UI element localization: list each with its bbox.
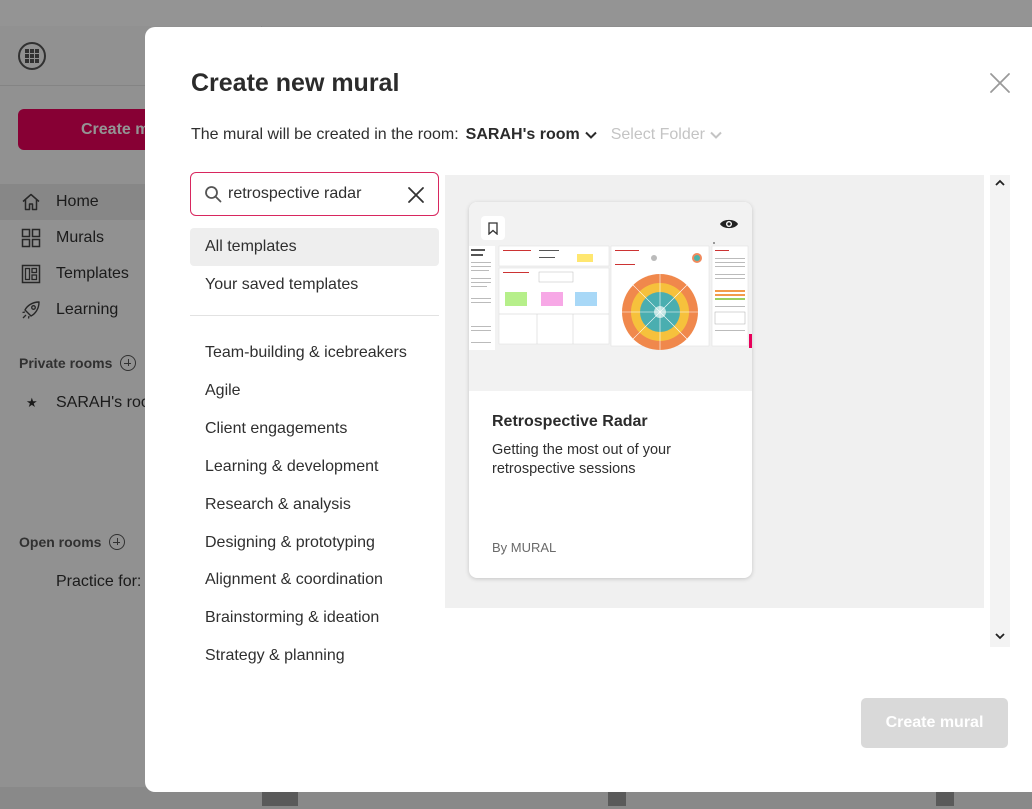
bookmark-button[interactable] bbox=[481, 216, 505, 240]
template-search-box[interactable] bbox=[190, 172, 439, 216]
room-selector-line: The mural will be created in the room: S… bbox=[191, 126, 722, 144]
category-client-engagements[interactable]: Client engagements bbox=[205, 420, 347, 438]
chevron-down-icon bbox=[585, 131, 597, 139]
template-card-author: By MURAL bbox=[492, 540, 557, 555]
scroll-down-icon[interactable] bbox=[994, 630, 1006, 642]
folder-dropdown[interactable]: Select Folder bbox=[611, 126, 722, 144]
category-alignment-coordination[interactable]: Alignment & coordination bbox=[205, 571, 383, 589]
room-dropdown[interactable]: SARAH's room bbox=[466, 126, 597, 144]
template-preview-image bbox=[469, 242, 752, 350]
create-mural-button[interactable]: Create mural bbox=[861, 698, 1008, 748]
template-results: Retrospective Radar Getting the most out… bbox=[445, 175, 984, 608]
category-team-building[interactable]: Team-building & icebreakers bbox=[205, 344, 407, 362]
filter-saved-templates[interactable]: Your saved templates bbox=[190, 266, 439, 304]
category-strategy-planning[interactable]: Strategy & planning bbox=[205, 647, 345, 665]
room-prefix-text: The mural will be created in the room: bbox=[191, 126, 459, 143]
template-thumbnail[interactable] bbox=[469, 202, 752, 391]
chevron-down-icon bbox=[710, 131, 722, 139]
create-mural-modal: Create new mural The mural will be creat… bbox=[145, 27, 1032, 792]
category-brainstorming-ideation[interactable]: Brainstorming & ideation bbox=[205, 609, 379, 627]
category-research-analysis[interactable]: Research & analysis bbox=[205, 496, 351, 514]
modal-title: Create new mural bbox=[191, 69, 400, 97]
template-search-input[interactable] bbox=[228, 183, 398, 205]
results-scrollbar[interactable] bbox=[990, 175, 1010, 647]
template-card[interactable]: Retrospective Radar Getting the most out… bbox=[469, 202, 752, 578]
category-divider bbox=[190, 315, 439, 316]
clear-search-icon[interactable] bbox=[407, 186, 425, 204]
preview-eye-icon[interactable] bbox=[719, 217, 739, 231]
filter-all-templates[interactable]: All templates bbox=[190, 228, 439, 266]
category-designing-prototyping[interactable]: Designing & prototyping bbox=[205, 534, 375, 552]
search-icon bbox=[205, 186, 222, 203]
category-learning-development[interactable]: Learning & development bbox=[205, 458, 378, 476]
close-icon[interactable] bbox=[989, 72, 1011, 94]
category-agile[interactable]: Agile bbox=[205, 382, 241, 400]
template-card-description: Getting the most out of your retrospecti… bbox=[492, 442, 671, 477]
bookmark-icon bbox=[488, 221, 498, 235]
template-card-title: Retrospective Radar bbox=[492, 413, 648, 430]
scroll-up-icon[interactable] bbox=[994, 177, 1006, 189]
